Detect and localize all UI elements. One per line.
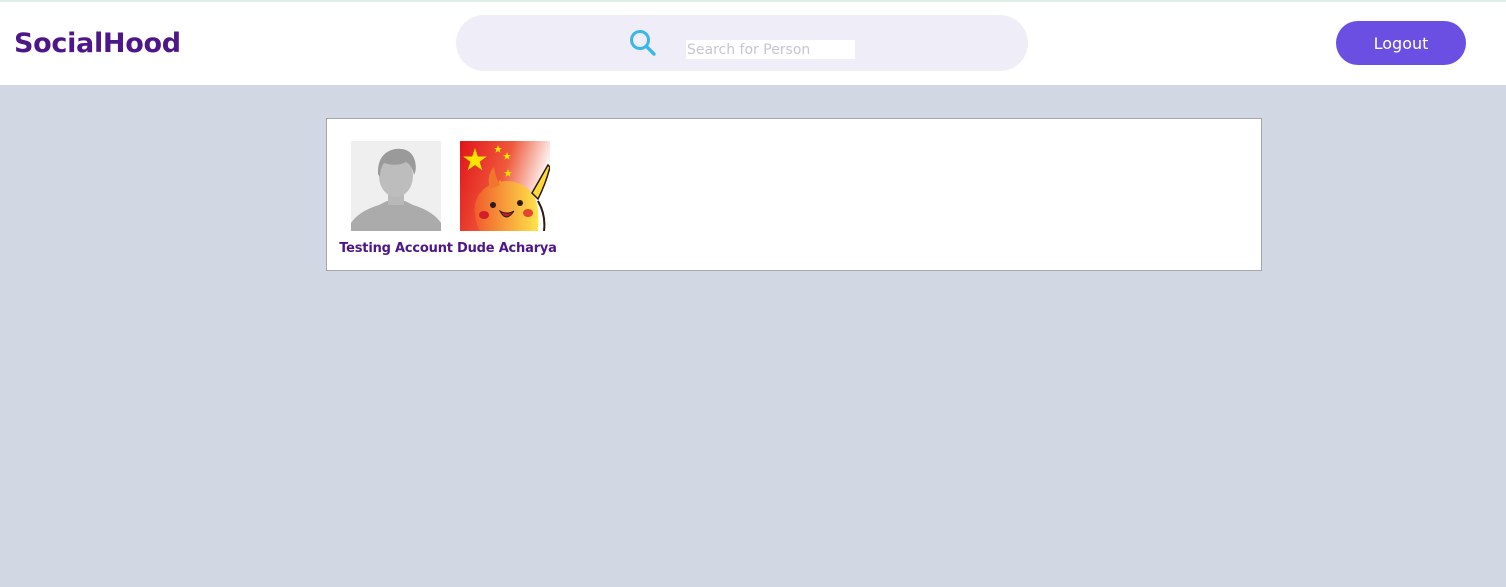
person-name[interactable]: Dude Acharya xyxy=(457,241,557,256)
top-navbar: SocialHood Logout xyxy=(0,2,1506,85)
person-result-card[interactable]: Dude Acharya xyxy=(457,141,557,256)
pikachu-flag-avatar[interactable] xyxy=(460,141,550,231)
person-result-card[interactable]: Testing Account xyxy=(339,141,453,256)
search-input[interactable] xyxy=(686,40,855,59)
search-bar xyxy=(456,15,1028,71)
brand-logo[interactable]: SocialHood xyxy=(14,27,181,61)
default-person-avatar[interactable] xyxy=(351,141,441,231)
search-results-panel: Testing Account Dude Acharya xyxy=(326,118,1262,271)
logout-button[interactable]: Logout xyxy=(1336,21,1466,65)
person-name[interactable]: Testing Account xyxy=(339,241,453,256)
search-icon[interactable] xyxy=(628,28,658,58)
